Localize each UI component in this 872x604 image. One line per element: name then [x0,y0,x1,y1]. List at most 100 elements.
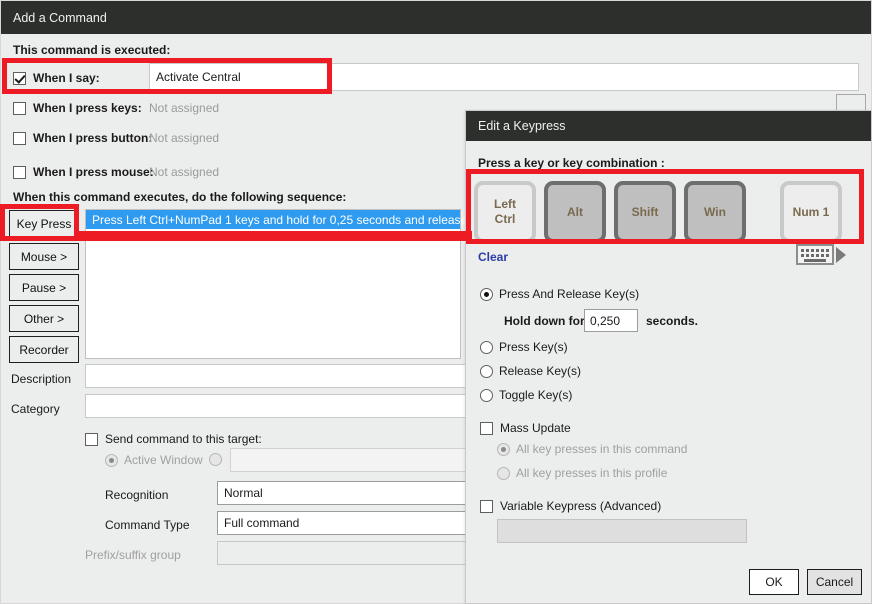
variable-keypress-input[interactable] [497,519,747,543]
when-i-press-keys-value: Not assigned [149,101,220,115]
sequence-item-text: Press Left Ctrl+NumPad 1 keys and hold f… [92,212,468,227]
trigger-when-i-press-keys[interactable]: When I press keys: [13,97,142,119]
edit-keypress-titlebar: Edit a Keypress [466,111,871,141]
key-left-ctrl-line2: Ctrl [494,212,516,226]
mass-option-profile-label: All key presses in this profile [516,466,668,480]
custom-target-radio[interactable] [209,453,222,466]
mouse-button[interactable]: Mouse > [9,243,79,270]
mode-toggle-label: Toggle Key(s) [499,388,573,402]
key-shift-label: Shift [631,204,659,219]
key-combination-display: Left Ctrl Alt Shift Win Num 1 [474,177,862,247]
description-label: Description [11,372,72,386]
ok-button[interactable]: OK [749,569,799,595]
mode-press-and-release-label: Press And Release Key(s) [499,287,640,301]
mode-press-and-release-radio[interactable] [480,287,493,301]
recognition-value: Normal [224,486,263,500]
sequence-list[interactable]: Press Left Ctrl+NumPad 1 keys and hold f… [85,209,467,359]
variable-keypress-checkbox[interactable] [480,499,493,513]
when-i-say-value: Activate Central [156,70,241,84]
mass-option-command-label: All key presses in this command [516,442,688,456]
keypress-prompt: Press a key or key combination : [478,156,665,170]
key-left-ctrl[interactable]: Left Ctrl [474,181,536,243]
when-i-press-keys-label: When I press keys: [33,101,142,115]
variable-keypress-row[interactable]: Variable Keypress (Advanced) [480,495,661,517]
when-i-press-button-checkbox[interactable] [13,131,26,145]
screen: Add a Command This command is executed: … [0,0,872,604]
sequence-list-item[interactable]: Press Left Ctrl+NumPad 1 keys and hold f… [86,210,467,229]
mass-option-profile-radio[interactable] [497,466,510,480]
active-window-label: Active Window [124,453,203,467]
key-left-ctrl-line1: Left [494,197,516,211]
hold-down-value: 0,250 [590,313,621,328]
mode-press-and-release-row[interactable]: Press And Release Key(s) [480,287,639,301]
clear-link[interactable]: Clear [478,250,508,264]
key-spacer [754,181,772,243]
keyboard-icon[interactable] [796,244,846,265]
active-window-radio[interactable] [105,453,118,467]
key-press-button-label: Key Press [16,216,72,231]
other-button[interactable]: Other > [9,305,79,332]
when-i-press-mouse-checkbox[interactable] [13,165,26,179]
pause-button[interactable]: Pause > [9,274,79,301]
cancel-button-label: Cancel [815,575,854,589]
mode-press-radio[interactable] [480,340,493,354]
when-i-press-mouse-value: Not assigned [149,165,220,179]
key-win-label: Win [704,204,726,219]
send-command-target-label: Send command to this target: [105,432,262,446]
recognition-label: Recognition [105,488,169,502]
when-i-press-keys-checkbox[interactable] [13,101,26,115]
key-num-1-label: Num 1 [792,204,830,219]
mode-press-label: Press Key(s) [499,340,568,354]
other-button-label: Other > [23,311,65,326]
add-command-title: Add a Command [13,10,107,25]
edit-keypress-window: Edit a Keypress Press a key or key combi… [465,110,872,604]
keyboard-icon-body [796,244,834,265]
mass-update-checkbox[interactable] [480,421,493,435]
mass-update-label: Mass Update [500,421,571,435]
send-command-target-row[interactable]: Send command to this target: [85,428,262,450]
sequence-header: When this command executes, do the follo… [13,190,347,204]
prefix-suffix-label: Prefix/suffix group [85,548,181,562]
hold-down-label: Hold down for [504,314,585,328]
trigger-when-i-press-button[interactable]: When I press button: [13,127,152,149]
executed-header: This command is executed: [13,43,171,57]
command-type-label: Command Type [105,518,190,532]
recorder-button[interactable]: Recorder [9,336,79,363]
key-num-1[interactable]: Num 1 [780,181,842,243]
mode-press-row[interactable]: Press Key(s) [480,340,568,354]
when-i-press-mouse-label: When I press mouse: [33,165,154,179]
mode-release-radio[interactable] [480,364,493,378]
hold-down-input[interactable]: 0,250 [584,309,638,332]
mode-toggle-row[interactable]: Toggle Key(s) [480,388,572,402]
trigger-when-i-press-mouse[interactable]: When I press mouse: [13,161,154,183]
active-window-radio-row[interactable]: Active Window [105,453,203,467]
mass-update-row[interactable]: Mass Update [480,417,571,439]
mass-option-command-radio[interactable] [497,442,510,456]
category-label: Category [11,402,60,416]
when-i-press-button-value: Not assigned [149,131,220,145]
when-i-say-checkbox[interactable] [13,71,26,85]
add-command-titlebar: Add a Command [1,1,871,34]
seconds-label: seconds. [646,314,699,328]
mass-option-profile-row[interactable]: All key presses in this profile [497,466,667,480]
mode-toggle-radio[interactable] [480,388,493,402]
play-arrow-icon[interactable] [836,246,846,263]
send-command-target-checkbox[interactable] [85,432,98,446]
ok-button-label: OK [765,575,783,589]
key-alt[interactable]: Alt [544,181,606,243]
mass-option-command-row[interactable]: All key presses in this command [497,442,687,456]
key-win[interactable]: Win [684,181,746,243]
mode-release-row[interactable]: Release Key(s) [480,364,581,378]
when-i-say-label: When I say: [33,71,100,85]
when-i-press-button-label: When I press button: [33,131,153,145]
when-i-say-input[interactable]: Activate Central [149,63,859,91]
cancel-button[interactable]: Cancel [807,569,862,595]
trigger-when-i-say[interactable]: When I say: [13,67,100,89]
mouse-button-label: Mouse > [20,249,68,264]
key-shift[interactable]: Shift [614,181,676,243]
variable-keypress-label: Variable Keypress (Advanced) [500,499,662,513]
pause-button-label: Pause > [21,280,67,295]
mode-release-label: Release Key(s) [499,364,582,378]
key-press-button[interactable]: Key Press [9,210,79,237]
custom-target-radio-row[interactable] [209,453,222,466]
